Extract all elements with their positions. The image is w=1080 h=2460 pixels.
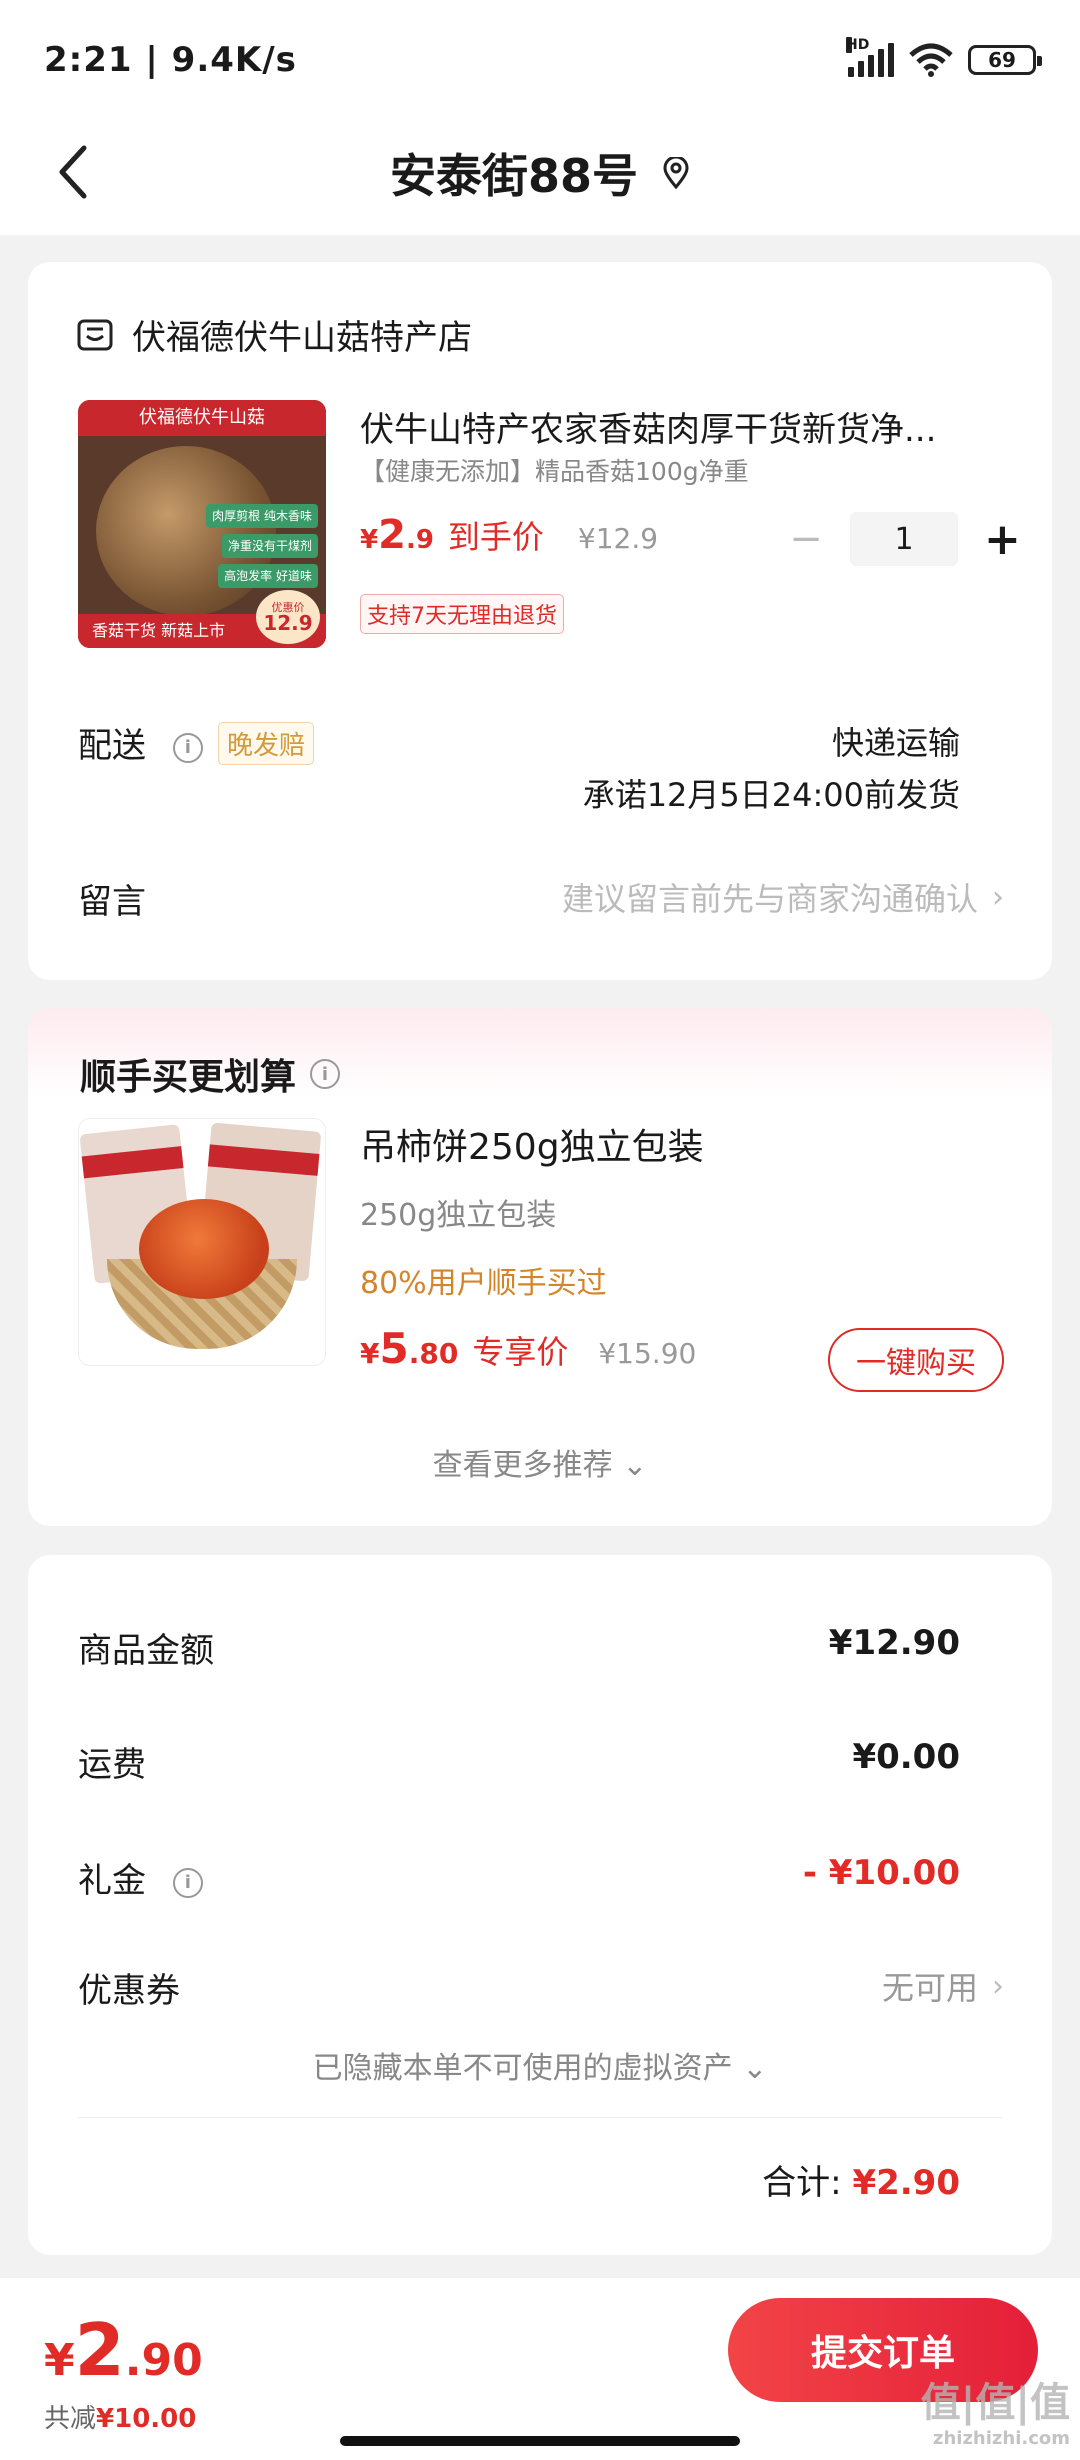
recommended-product-spec: 250g独立包装 [360,1198,557,1233]
product-title[interactable]: 伏牛山特产农家香菇肉厚干货新货净... [360,402,1000,451]
checkout-bar: ¥ 2 .90 共减¥10.00 提交订单 [0,2278,1080,2460]
total-label: 合计: [762,2163,842,2203]
divider [78,2117,1002,2118]
final-price-label: 到手价 [447,518,544,556]
shop-header[interactable]: 伏福德伏牛山菇特产店 [76,310,472,359]
message-input[interactable]: 建议留言前先与商家沟通确认 › [562,874,1004,920]
delivery-label-row: 配送 i [78,718,203,767]
increase-quantity-button[interactable]: + [984,514,1021,565]
total-row: 合计: ¥2.90 [762,2155,960,2204]
product-image-tag: 肉厚剪根 纯木香味 [206,504,318,528]
late-compensation-badge: 晚发赔 [218,722,315,765]
gift-money-label-row: 礼金 i [78,1853,203,1902]
product-subtitle: 【健康无添加】精品香菇100g净重 [360,457,749,486]
recommended-product-stat: 80%用户顺手买过 [360,1266,607,1301]
price-dec: .90 [124,2335,203,2386]
shop-name: 伏福德伏牛山菇特产店 [132,318,472,358]
total-saved: 共减¥10.00 [44,2398,196,2435]
exclusive-price: ¥5.80 [360,1324,458,1373]
recommendation-title: 顺手买更划算 [80,1057,297,1098]
gift-money-label: 礼金 [78,1861,146,1901]
info-icon[interactable]: i [172,732,203,763]
product-image-tag: 净重没有干煤剂 [221,534,318,558]
exclusive-price-label: 专享价 [472,1333,569,1371]
price-int: 2 [74,2308,125,2392]
nav-bar: 安泰街88号 [0,110,1080,235]
watermark-domain: zhizhizhi.com [932,2428,1070,2449]
delivery-label: 配送 [78,726,146,766]
recommended-product-price: ¥5.80 专享价 ¥15.90 [360,1324,696,1373]
delivery-promise: 承诺12月5日24:00前发货 [582,776,960,814]
checkout-price: ¥ 2 .90 [44,2308,203,2392]
currency-symbol: ¥ [360,525,379,555]
mushroom-bowl-image [96,446,276,616]
chevron-right-icon: › [992,879,1004,915]
watermark-text: 值|值|值 [920,2380,1070,2426]
delivery-method: 快递运输 [831,724,960,762]
price-dec: .9 [405,525,434,555]
price-summary-card: 商品金额 ¥12.90 运费 ¥0.00 礼金 i - ¥10.00 优惠券 无… [28,1555,1052,2255]
order-item-card: 伏福德伏牛山菇特产店 伏福德伏牛山菇 肉厚剪根 纯木香味 净重没有干煤剂 高泡发… [28,262,1052,980]
one-click-buy-button[interactable]: 一键购买 [828,1328,1004,1392]
product-image-tag: 高泡发率 好道味 [218,564,318,588]
freight-value: ¥0.00 [852,1737,960,1777]
quantity-stepper: − 1 + [788,512,1021,566]
original-price: ¥15.90 [598,1337,697,1370]
network-type-label: HD [846,37,870,53]
currency-symbol: ¥ [44,2335,75,2386]
info-icon[interactable]: i [310,1059,341,1089]
recommended-product-title[interactable]: 吊柿饼250g独立包装 [360,1118,704,1170]
badge-price: 12.9 [263,610,313,635]
coupon-label: 优惠券 [78,1971,180,2011]
persimmon-image [139,1199,269,1299]
address-text: 安泰街88号 [389,148,638,203]
chevron-right-icon: › [992,1968,1004,2004]
see-more-recommendations-link[interactable]: 查看更多推荐 ⌄ [28,1440,1052,1484]
info-icon[interactable]: i [172,1867,203,1898]
message-label: 留言 [78,882,146,922]
coupon-selector[interactable]: 无可用 › [882,1963,1004,2009]
coupon-value: 无可用 [881,1969,978,2007]
quantity-input[interactable]: 1 [850,512,958,566]
product-image[interactable]: 伏福德伏牛山菇 肉厚剪根 纯木香味 净重没有干煤剂 高泡发率 好道味 香菇干货 … [78,400,326,648]
price-int: 5 [379,1324,409,1373]
product-image-banner: 伏福德伏牛山菇 [78,400,326,436]
battery-icon: 69 [968,45,1042,75]
location-pin-icon [663,156,689,189]
gift-money-value: - ¥10.00 [802,1853,960,1893]
recommendation-card: 顺手买更划算 i 吊柿饼250g独立包装 250g独立包装 80%用户顺手买过 … [28,1008,1052,1526]
total-value: ¥2.90 [852,2163,960,2203]
original-price: ¥12.9 [577,522,659,555]
message-placeholder: 建议留言前先与商家沟通确认 [561,880,978,918]
wifi-icon [909,43,953,77]
address-title[interactable]: 安泰街88号 [390,140,690,206]
price-int: 2 [378,512,406,558]
currency-symbol: ¥ [360,1337,380,1370]
final-price: ¥2.9 [360,512,434,558]
hidden-assets-toggle[interactable]: 已隐藏本单不可使用的虚拟资产 ⌄ [28,2043,1052,2087]
product-image-price-badge: 优惠价 12.9 [256,590,320,644]
goods-amount-value: ¥12.90 [828,1623,960,1663]
status-time: 2:21 | 9.4K/s [44,40,297,80]
cellular-signal-icon: HD [846,37,894,77]
status-icons: HD 69 [846,37,1042,77]
decrease-quantity-button[interactable]: − [788,516,824,562]
home-indicator[interactable] [340,2436,740,2446]
watermark: 值|值|值 zhizhizhi.com [921,2370,1070,2449]
product-price: ¥2.9 到手价 ¥12.9 [360,512,658,558]
recommended-product-image[interactable] [78,1118,326,1366]
goods-amount-label: 商品金额 [78,1631,214,1671]
saved-value: ¥10.00 [96,2404,197,2434]
saved-label: 共减 [44,2404,97,2434]
price-dec: .80 [408,1337,459,1370]
recommendation-header: 顺手买更划算 i [80,1048,341,1100]
shop-icon [77,319,113,350]
back-arrow-icon[interactable] [54,142,94,202]
return-policy-tag: 支持7天无理由退货 [360,594,564,634]
freight-label: 运费 [78,1745,146,1785]
